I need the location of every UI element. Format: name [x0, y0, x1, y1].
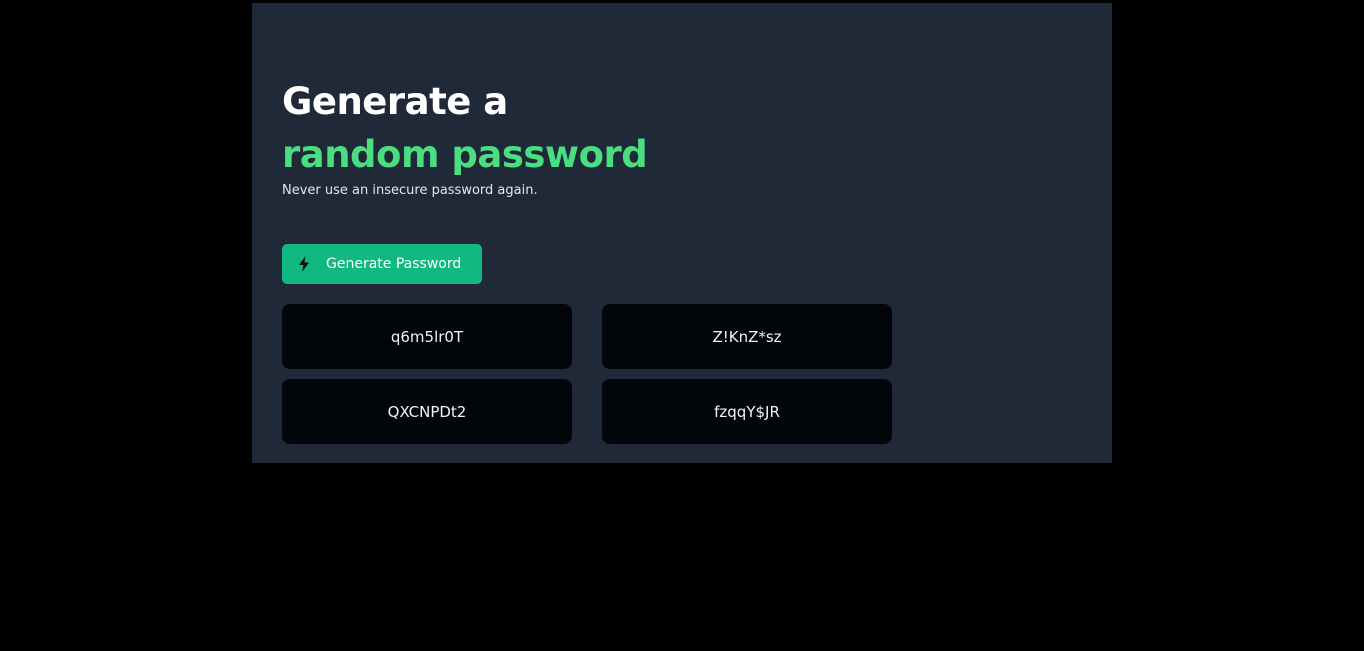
password-grid: q6m5lr0T Z!KnZ*sz QXCNPDt2 fzqqY$JR [282, 304, 892, 444]
password-option-4[interactable]: fzqqY$JR [602, 379, 892, 444]
page-subtitle: Never use an insecure password again. [282, 183, 538, 198]
password-option-3[interactable]: QXCNPDt2 [282, 379, 572, 444]
generate-password-button[interactable]: Generate Password [282, 244, 482, 284]
title-line-1: Generate a [282, 80, 508, 123]
lightning-bolt-icon [298, 256, 310, 272]
generator-card: Generate a random password Never use an … [252, 3, 1112, 463]
title-line-2-accent: random password [282, 133, 648, 176]
password-option-2[interactable]: Z!KnZ*sz [602, 304, 892, 369]
page-title: Generate a random password [282, 75, 648, 181]
password-option-1[interactable]: q6m5lr0T [282, 304, 572, 369]
generate-password-label: Generate Password [326, 256, 462, 272]
